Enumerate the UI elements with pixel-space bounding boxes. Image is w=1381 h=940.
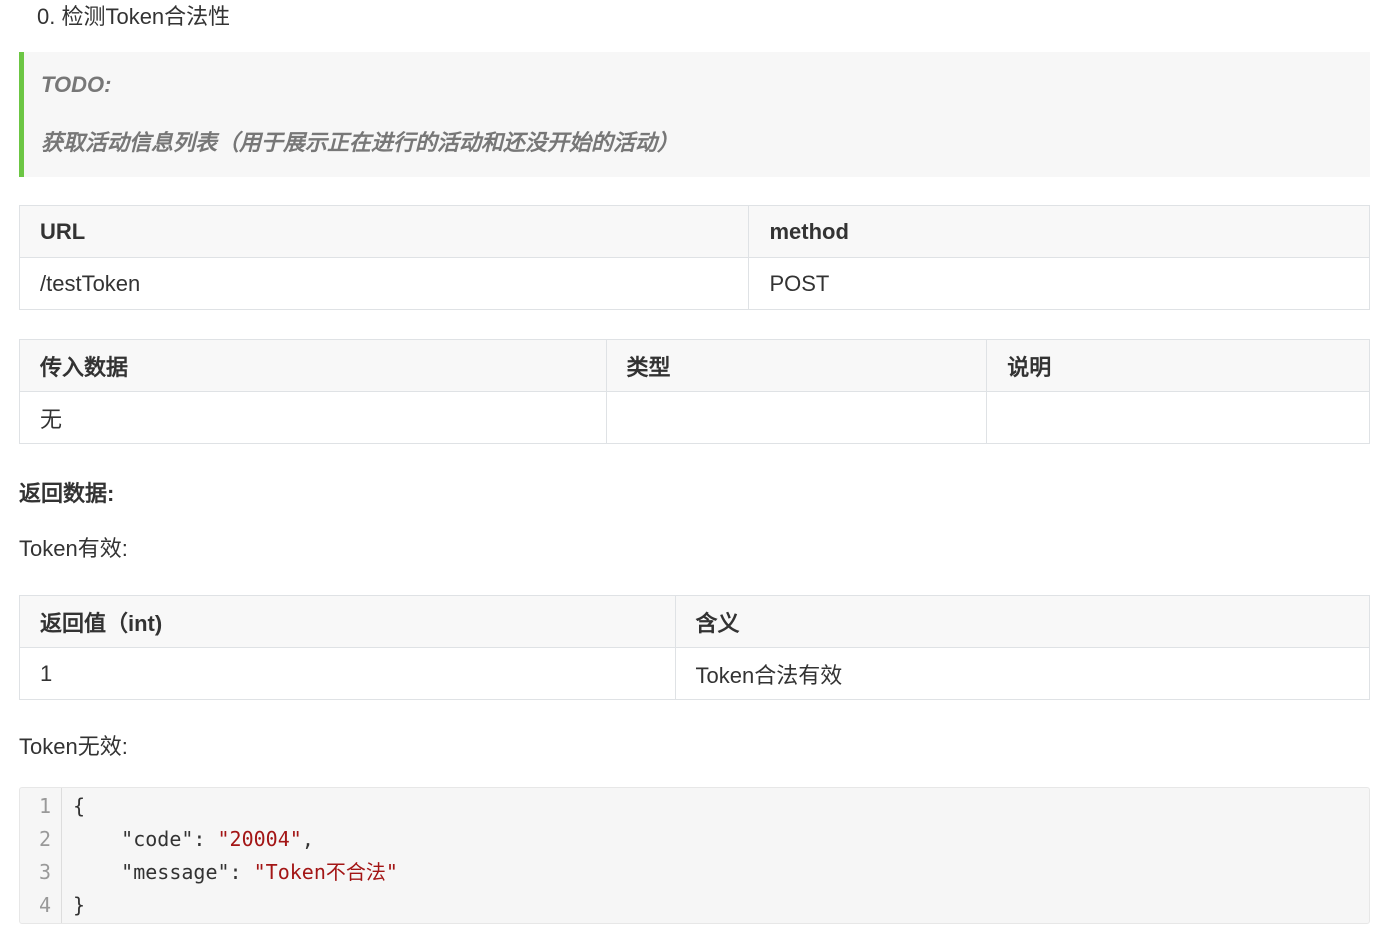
header-return-value: 返回值（int): [19, 595, 676, 648]
colon: :: [193, 827, 218, 851]
line-number: 1: [38, 794, 51, 818]
comma: ,: [301, 827, 314, 851]
return-data-title: 返回数据:: [19, 481, 115, 506]
cell-return-value: 1: [19, 647, 676, 700]
table-row: 无: [19, 391, 1370, 444]
table-row: 1 Token合法有效: [19, 647, 1370, 700]
token-invalid-label: Token无效:: [19, 734, 128, 759]
line-number: 2: [38, 827, 51, 851]
header-meaning: 含义: [674, 595, 1370, 648]
close-brace: }: [73, 893, 86, 917]
code-line: "code": "20004",: [73, 823, 314, 856]
return-value-table: 返回值（int) 含义 1 Token合法有效: [19, 595, 1370, 700]
line-number-gutter: 1 2 3 4: [20, 788, 62, 923]
header-type: 类型: [605, 339, 988, 392]
todo-title: TODO:: [41, 72, 112, 97]
cell-type: [605, 391, 988, 444]
code-line: {: [73, 790, 85, 823]
header-url: URL: [18, 205, 750, 258]
cell-url: /testToken: [18, 257, 750, 310]
code-block: 1 2 3 4 { "code": "20004", "message": "T…: [19, 787, 1370, 924]
cell-description: [986, 391, 1370, 444]
line-number: 3: [38, 860, 51, 884]
table-header-row: URL method: [18, 205, 1370, 258]
cell-meaning: Token合法有效: [674, 647, 1370, 700]
cell-input-data: 无: [19, 391, 607, 444]
code-line: "message": "Token不合法": [73, 856, 398, 889]
section-heading: 0. 检测Token合法性: [37, 4, 231, 29]
token-valid-label: Token有效:: [19, 536, 128, 561]
header-method: method: [748, 205, 1370, 258]
line-number: 4: [38, 893, 51, 917]
json-key-message: "message": [121, 860, 230, 884]
todo-blockquote: TODO: 获取活动信息列表（用于展示正在进行的活动和还没开始的活动）: [19, 52, 1370, 177]
json-value-code: "20004": [217, 827, 302, 851]
endpoint-table: URL method /testToken POST: [18, 205, 1370, 310]
open-brace: {: [73, 794, 86, 818]
colon: :: [229, 860, 254, 884]
code-line: }: [73, 889, 85, 922]
table-header-row: 返回值（int) 含义: [19, 595, 1370, 648]
json-value-message: "Token不合法": [253, 860, 398, 884]
todo-description: 获取活动信息列表（用于展示正在进行的活动和还没开始的活动）: [41, 130, 680, 155]
header-input-data: 传入数据: [19, 339, 607, 392]
json-key-code: "code": [121, 827, 194, 851]
table-header-row: 传入数据 类型 说明: [19, 339, 1370, 392]
header-description: 说明: [986, 339, 1370, 392]
input-table: 传入数据 类型 说明 无: [19, 339, 1370, 444]
table-row: /testToken POST: [18, 257, 1370, 310]
cell-method: POST: [748, 257, 1370, 310]
